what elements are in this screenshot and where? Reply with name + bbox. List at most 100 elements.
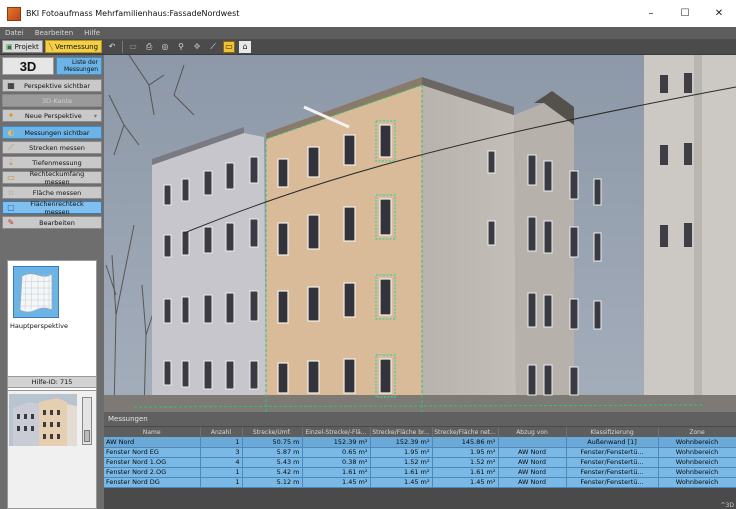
window-controls: – ☐ ✕: [634, 0, 736, 27]
table-cell: Fenster/Fenstertü...: [566, 457, 659, 468]
area-rectangle-label: Flächenrechteck messen: [30, 199, 84, 216]
table-cell: AW Nord: [104, 437, 201, 448]
table-cell: Außenwand [1]: [566, 437, 659, 448]
col-klassifizierung[interactable]: Klassifizierung: [566, 427, 659, 437]
table-cell: 1.61 m²: [370, 467, 433, 478]
col-strecke[interactable]: Strecke/Umf.: [242, 427, 303, 437]
zoom-icon[interactable]: ⚲: [175, 41, 187, 53]
table-cell: [498, 437, 567, 448]
rectangle-perimeter-button[interactable]: ▭ Rechteckumfang messen: [2, 169, 102, 186]
depth-measure-button[interactable]: ⇣ Tiefenmessung: [2, 156, 102, 169]
table-row[interactable]: Fenster Nord 2.OG 1 5.42 m 1.61 m² 1.61 m² 1.…: [104, 467, 736, 478]
table-row[interactable]: Fenster Nord DG 1 5.12 m 1.45 m² 1.45 m² 1.45…: [104, 477, 736, 488]
col-name[interactable]: Name: [104, 427, 201, 437]
table-cell: 3: [200, 447, 243, 458]
table-cell: 1.52 m²: [432, 457, 499, 468]
line-tool-icon[interactable]: ⟋: [207, 41, 219, 53]
area-rectangle-button[interactable]: ▢ Flächenrechteck messen: [2, 199, 102, 216]
3d-edge-button[interactable]: 3D-Kante: [2, 94, 102, 107]
perspective-label[interactable]: Hauptperspektive: [10, 322, 68, 330]
edit-button[interactable]: ✎ Bearbeiten: [2, 216, 102, 229]
minimize-button[interactable]: –: [634, 0, 668, 27]
col-abzug[interactable]: Abzug von: [498, 427, 567, 437]
table-cell: Wohnbereich: [658, 477, 736, 488]
table-cell: 1: [200, 467, 243, 478]
table-cell: 50.75 m: [242, 437, 303, 448]
print-icon[interactable]: ⎙: [143, 41, 155, 53]
col-zone[interactable]: Zone: [658, 427, 736, 437]
menu-hilfe[interactable]: Hilfe: [79, 29, 106, 37]
area-icon: ☆: [7, 188, 15, 197]
table-cell: AW Nord: [498, 457, 567, 468]
depth-measure-label: Tiefenmessung: [32, 158, 82, 167]
image-icon[interactable]: ▭: [127, 41, 139, 53]
table-cell: 1.52 m²: [370, 457, 433, 468]
distance-icon: ⟋: [8, 142, 14, 152]
perspective-icon: ▦: [7, 81, 15, 90]
table-cell: 5.42 m: [242, 467, 303, 478]
table-cell: AW Nord: [498, 447, 567, 458]
table-cell: 1.61 m²: [302, 467, 371, 478]
menu-bearbeiten[interactable]: Bearbeiten: [30, 29, 79, 37]
menu-bar: Datei Bearbeiten Hilfe: [0, 27, 736, 39]
left-panel: 3D Liste der Messungen ▦ Perspektive sic…: [0, 55, 104, 509]
measurement-list-button[interactable]: Liste der Messungen: [56, 57, 102, 75]
facade-photo: [104, 55, 736, 412]
measure-distance-button[interactable]: ⟋ Strecken messen: [2, 141, 102, 154]
window-title: BKI Fotoaufmass Mehrfamilienhaus:Fassade…: [26, 9, 240, 18]
menu-datei[interactable]: Datei: [0, 29, 30, 37]
measurements-visible-label: Messungen sichtbar: [24, 128, 90, 137]
rectangle-tool-icon[interactable]: ▭: [223, 40, 236, 53]
close-button[interactable]: ✕: [702, 0, 736, 27]
title-bar: BKI Fotoaufmass Mehrfamilienhaus:Fassade…: [0, 0, 736, 27]
table-row[interactable]: Fenster Nord EG 3 5.87 m 0.65 m² 1.95 m² 1.95…: [104, 447, 736, 458]
table-row[interactable]: AW Nord 1 50.75 m 152.39 m² 152.39 m² 145.86 …: [104, 437, 736, 448]
status-corner-label: ​^3D: [720, 502, 734, 509]
table-cell: 1.45 m²: [370, 477, 433, 488]
col-einzel[interactable]: Einzel-Strecke/-Flä...: [302, 427, 371, 437]
table-cell: Fenster/Fenstertü...: [566, 477, 659, 488]
perspective-visible-button[interactable]: ▦ Perspektive sichtbar: [2, 79, 102, 92]
col-anzahl[interactable]: Anzahl: [200, 427, 243, 437]
table-cell: Fenster Nord EG: [104, 447, 201, 458]
photo-viewport[interactable]: [104, 55, 736, 412]
3d-edge-label: 3D-Kante: [41, 96, 73, 105]
zoom-slider-knob[interactable]: [84, 430, 90, 442]
area-rectangle-icon: ▢: [7, 203, 15, 212]
table-cell: 1: [200, 477, 243, 488]
rectangle-perimeter-label: Rechteckumfang messen: [29, 169, 85, 186]
home-icon[interactable]: ⌂: [239, 40, 252, 53]
3d-button[interactable]: 3D: [2, 57, 54, 75]
col-brutto[interactable]: Strecke/Fläche br...: [370, 427, 433, 437]
table-cell: 152.39 m²: [370, 437, 433, 448]
table-cell: Wohnbereich: [658, 467, 736, 478]
preview-thumbnail[interactable]: [9, 394, 77, 446]
maximize-button[interactable]: ☐: [668, 0, 702, 27]
table-cell: 1: [200, 437, 243, 448]
new-perspective-icon: ✦: [7, 111, 15, 120]
ruler-icon: ╲: [48, 42, 53, 51]
camera-icon[interactable]: ◎: [159, 41, 171, 53]
undo-icon[interactable]: ↶: [106, 41, 118, 53]
table-cell: Wohnbereich: [658, 457, 736, 468]
zoom-slider[interactable]: [82, 397, 92, 445]
measure-distance-label: Strecken messen: [29, 143, 85, 152]
col-netto[interactable]: Strecke/Fläche net...: [432, 427, 499, 437]
table-cell: Fenster Nord DG: [104, 477, 201, 488]
table-cell: 145.86 m²: [432, 437, 499, 448]
table-row[interactable]: Fenster Nord 1.OG 4 5.43 m 0.38 m² 1.52 m² 1.…: [104, 457, 736, 468]
preview-building-image: [9, 394, 77, 446]
toolbar: ▣ Projekt ╲ Vermessung ↶ ▭ ⎙ ◎ ⚲ ✥ ⟋ ▭ ⌂: [0, 39, 736, 55]
measure-area-button[interactable]: ☆ Fläche messen: [2, 186, 102, 199]
measurements-visible-button[interactable]: ◐ Messungen sichtbar: [2, 126, 102, 139]
perspective-thumbnail[interactable]: [13, 266, 59, 318]
new-perspective-label: Neue Perspektive: [24, 111, 82, 120]
tab-projekt[interactable]: ▣ Projekt: [2, 40, 43, 53]
table-cell: 0.65 m²: [302, 447, 371, 458]
table-cell: Fenster/Fenstertü...: [566, 447, 659, 458]
tab-vermessung[interactable]: ╲ Vermessung: [44, 40, 103, 53]
help-id-label: Hilfe-ID: 715: [7, 376, 97, 388]
depth-icon: ⇣: [7, 158, 15, 167]
new-perspective-button[interactable]: ✦ Neue Perspektive ▾: [2, 109, 102, 122]
move-icon[interactable]: ✥: [191, 41, 203, 53]
